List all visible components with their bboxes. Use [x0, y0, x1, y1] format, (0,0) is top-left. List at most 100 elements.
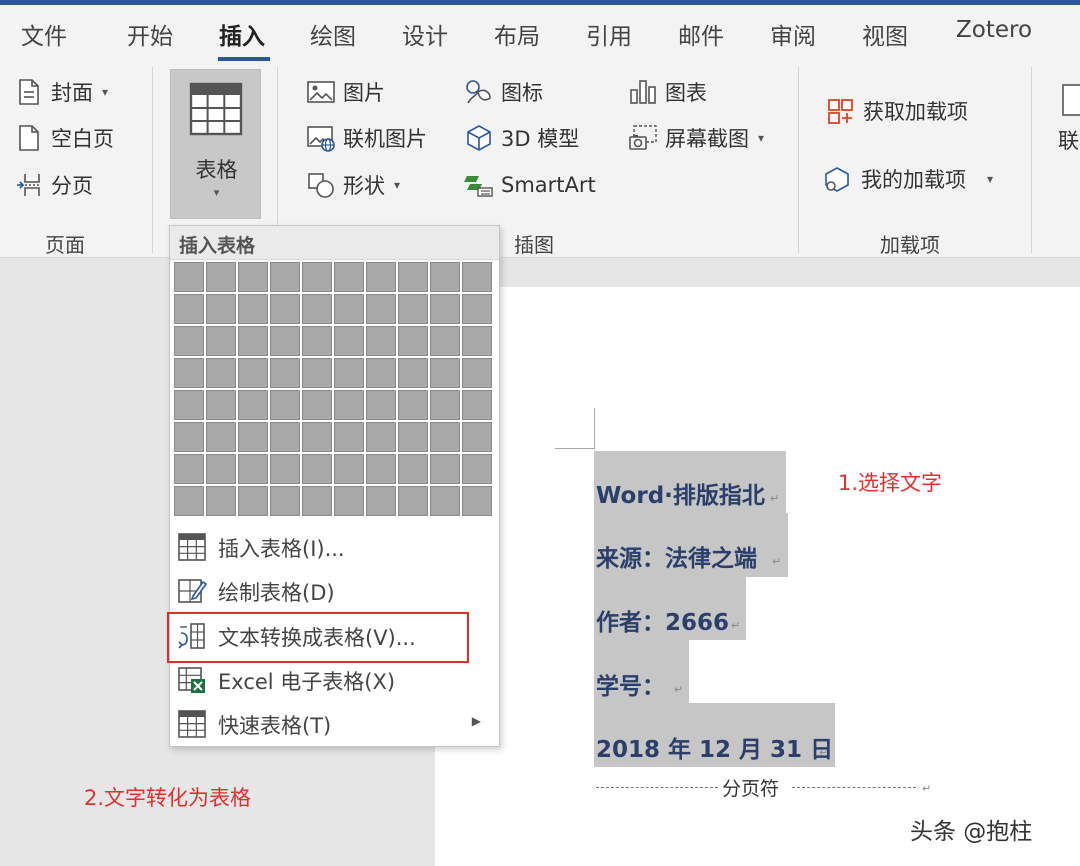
grid-cell[interactable]	[174, 422, 204, 452]
grid-cell[interactable]	[334, 326, 364, 356]
grid-cell[interactable]	[430, 294, 460, 324]
grid-cell[interactable]	[270, 422, 300, 452]
draw-table-item[interactable]: 绘制表格(D)	[170, 569, 499, 613]
grid-cell[interactable]	[334, 454, 364, 484]
grid-cell[interactable]	[206, 358, 236, 388]
grid-cell[interactable]	[398, 454, 428, 484]
document-line[interactable]: 学号：	[596, 667, 665, 701]
tab-design[interactable]: 设计	[402, 17, 448, 51]
grid-cell[interactable]	[174, 486, 204, 516]
grid-cell[interactable]	[302, 358, 332, 388]
grid-cell[interactable]	[430, 454, 460, 484]
icons-button[interactable]: 图标	[464, 75, 543, 109]
grid-cell[interactable]	[302, 262, 332, 292]
grid-cell[interactable]	[398, 390, 428, 420]
grid-cell[interactable]	[462, 326, 492, 356]
grid-cell[interactable]	[366, 262, 396, 292]
grid-cell[interactable]	[206, 262, 236, 292]
grid-cell[interactable]	[206, 454, 236, 484]
grid-cell[interactable]	[270, 262, 300, 292]
quick-tables-item[interactable]: 快速表格(T) ▶	[170, 702, 499, 746]
tab-zotero[interactable]: Zotero	[956, 17, 1032, 43]
tab-mailings[interactable]: 邮件	[678, 17, 724, 51]
page-break-button[interactable]: 分页	[14, 168, 93, 202]
tab-draw[interactable]: 绘图	[310, 17, 356, 51]
grid-cell[interactable]	[238, 486, 268, 516]
grid-cell[interactable]	[430, 326, 460, 356]
grid-cell[interactable]	[206, 486, 236, 516]
document-line[interactable]: 2018 年 12 月 31 日	[596, 730, 833, 764]
grid-cell[interactable]	[366, 422, 396, 452]
grid-cell[interactable]	[398, 358, 428, 388]
grid-cell[interactable]	[206, 422, 236, 452]
grid-cell[interactable]	[366, 486, 396, 516]
grid-cell[interactable]	[462, 358, 492, 388]
pictures-button[interactable]: 图片	[306, 75, 385, 109]
grid-cell[interactable]	[174, 358, 204, 388]
grid-cell[interactable]	[398, 294, 428, 324]
grid-cell[interactable]	[174, 454, 204, 484]
grid-cell[interactable]	[430, 262, 460, 292]
grid-cell[interactable]	[238, 422, 268, 452]
grid-cell[interactable]	[366, 390, 396, 420]
get-addins-button[interactable]: 获取加载项	[826, 94, 968, 128]
grid-cell[interactable]	[206, 294, 236, 324]
grid-cell[interactable]	[238, 358, 268, 388]
tab-references[interactable]: 引用	[586, 17, 632, 51]
screenshot-button[interactable]: 屏幕截图 ▾	[628, 121, 764, 155]
table-size-grid[interactable]	[174, 262, 497, 522]
grid-cell[interactable]	[302, 294, 332, 324]
grid-cell[interactable]	[206, 326, 236, 356]
online-video-button[interactable]: 联机	[1058, 84, 1080, 175]
blank-page-button[interactable]: 空白页	[14, 121, 114, 155]
insert-table-item[interactable]: 插入表格(I)...	[170, 525, 499, 569]
grid-cell[interactable]	[238, 262, 268, 292]
grid-cell[interactable]	[334, 262, 364, 292]
document-line[interactable]: 作者：2666	[596, 603, 729, 637]
grid-cell[interactable]	[366, 358, 396, 388]
grid-cell[interactable]	[174, 294, 204, 324]
tab-file[interactable]: 文件	[21, 17, 67, 51]
grid-cell[interactable]	[334, 486, 364, 516]
grid-cell[interactable]	[174, 262, 204, 292]
grid-cell[interactable]	[430, 390, 460, 420]
grid-cell[interactable]	[398, 486, 428, 516]
grid-cell[interactable]	[398, 326, 428, 356]
grid-cell[interactable]	[238, 326, 268, 356]
grid-cell[interactable]	[302, 326, 332, 356]
grid-cell[interactable]	[238, 454, 268, 484]
grid-cell[interactable]	[462, 486, 492, 516]
grid-cell[interactable]	[270, 390, 300, 420]
chart-button[interactable]: 图表	[628, 75, 707, 109]
grid-cell[interactable]	[270, 454, 300, 484]
grid-cell[interactable]	[398, 422, 428, 452]
grid-cell[interactable]	[334, 294, 364, 324]
online-pictures-button[interactable]: 联机图片	[306, 121, 427, 155]
grid-cell[interactable]	[430, 422, 460, 452]
grid-cell[interactable]	[238, 390, 268, 420]
grid-cell[interactable]	[430, 358, 460, 388]
grid-cell[interactable]	[334, 390, 364, 420]
grid-cell[interactable]	[462, 454, 492, 484]
grid-cell[interactable]	[174, 390, 204, 420]
grid-cell[interactable]	[366, 454, 396, 484]
grid-cell[interactable]	[270, 294, 300, 324]
table-button[interactable]: 表格 ▾	[170, 69, 261, 219]
tab-view[interactable]: 视图	[862, 17, 908, 51]
tab-insert[interactable]: 插入	[219, 17, 265, 51]
grid-cell[interactable]	[430, 486, 460, 516]
my-addins-button[interactable]: 我的加载项 ▾	[824, 162, 993, 196]
grid-cell[interactable]	[462, 262, 492, 292]
grid-cell[interactable]	[302, 486, 332, 516]
grid-cell[interactable]	[462, 390, 492, 420]
grid-cell[interactable]	[462, 422, 492, 452]
shapes-button[interactable]: 形状 ▾	[306, 168, 400, 202]
grid-cell[interactable]	[270, 358, 300, 388]
grid-cell[interactable]	[398, 262, 428, 292]
tab-home[interactable]: 开始	[127, 17, 173, 51]
3d-models-button[interactable]: 3D 模型	[464, 121, 579, 155]
grid-cell[interactable]	[238, 294, 268, 324]
smartart-button[interactable]: SmartArt	[464, 168, 596, 202]
grid-cell[interactable]	[366, 326, 396, 356]
document-line[interactable]: 来源：法律之端	[596, 539, 757, 573]
